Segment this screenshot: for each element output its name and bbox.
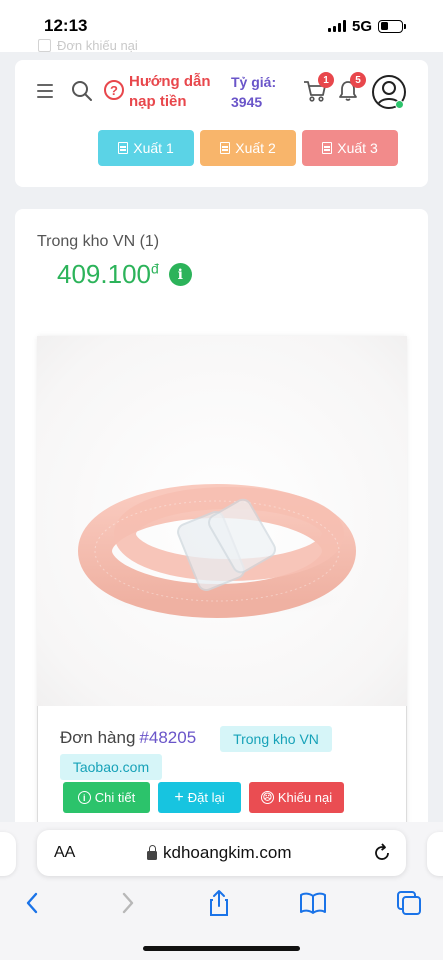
plus-icon: +: [174, 788, 184, 806]
exchange-rate: Tỷ giá: 3945: [231, 72, 301, 112]
order-label: Đơn hàng: [60, 728, 136, 747]
back-icon[interactable]: [18, 888, 48, 918]
forward-icon[interactable]: [112, 888, 142, 918]
ghost-complaint-row: Đơn khiếu nại: [38, 38, 138, 53]
url-text: kdhoangkim.com: [163, 843, 292, 862]
bookmarks-icon[interactable]: [298, 888, 328, 918]
top-card: ? Hướng dẫn nạp tiền Tỷ giá: 3945 1 5 Xu…: [15, 60, 428, 187]
file-icon: [220, 142, 231, 154]
order-line: Đơn hàng #48205: [60, 728, 196, 748]
ghost-text: Đơn khiếu nại: [57, 38, 138, 53]
file-icon: [322, 142, 333, 154]
question-circle-icon[interactable]: ?: [104, 80, 124, 100]
export-3-label: Xuất 3: [337, 140, 378, 156]
export-buttons: Xuất 1 Xuất 2 Xuất 3: [98, 130, 398, 166]
product-item: Đơn hàng #48205 Trong kho VN Taobao.com …: [37, 336, 407, 849]
rate-label: Tỷ giá:: [231, 74, 277, 90]
signal-icon: [327, 20, 346, 32]
status-badge: Trong kho VN: [220, 726, 332, 752]
battery-icon: [378, 19, 406, 33]
export-3-button[interactable]: Xuất 3: [302, 130, 398, 166]
export-2-button[interactable]: Xuất 2: [200, 130, 296, 166]
warehouse-card: Trong kho VN (1) 409.100đ i Đơn hàng #48…: [15, 209, 428, 849]
product-image[interactable]: [37, 336, 407, 706]
previous-tab-edge[interactable]: [0, 832, 16, 876]
detail-button[interactable]: i Chi tiết: [63, 782, 150, 813]
total-price: 409.100đ: [57, 259, 159, 290]
reorder-button[interactable]: + Đặt lại: [158, 782, 241, 813]
detail-label: Chi tiết: [94, 790, 136, 805]
next-tab-edge[interactable]: [427, 832, 443, 876]
ghost-checkbox: [38, 39, 51, 52]
cart-count-badge: 1: [318, 72, 334, 88]
price-currency: đ: [150, 260, 159, 277]
tabs-icon[interactable]: [394, 888, 424, 918]
order-actions: i Chi tiết + Đặt lại ☹ Khiếu nại: [63, 782, 344, 813]
app-header: ? Hướng dẫn nạp tiền Tỷ giá: 3945 1 5: [15, 60, 428, 124]
help-topup-link[interactable]: Hướng dẫn nạp tiền: [129, 72, 224, 112]
status-time: 12:13: [44, 16, 88, 35]
info-icon[interactable]: i: [168, 263, 192, 286]
info-circle-icon: i: [77, 791, 91, 804]
export-2-label: Xuất 2: [235, 140, 276, 156]
lock-icon: [147, 844, 157, 860]
rate-value: 3945: [231, 94, 263, 110]
reload-icon[interactable]: [372, 843, 392, 863]
complaint-button[interactable]: ☹ Khiếu nại: [249, 782, 344, 813]
price-value: 409.100: [57, 259, 151, 289]
warehouse-title: Trong kho VN (1): [37, 233, 160, 250]
network-type: 5G: [351, 17, 372, 35]
online-status-dot: [395, 100, 404, 109]
text-size-button[interactable]: AA: [54, 844, 75, 862]
file-icon: [118, 142, 129, 154]
reorder-label: Đặt lại: [187, 790, 225, 805]
export-1-label: Xuất 1: [133, 140, 174, 156]
complaint-label: Khiếu nại: [277, 790, 333, 805]
status-indicators: 5G: [327, 17, 406, 35]
notification-count-badge: 5: [350, 72, 366, 88]
source-badge: Taobao.com: [60, 754, 162, 780]
elastic-strap-picture: [78, 484, 362, 620]
export-1-button[interactable]: Xuất 1: [98, 130, 194, 166]
frown-icon: ☹: [260, 791, 274, 804]
order-number-link[interactable]: #48205: [139, 728, 196, 748]
share-icon[interactable]: [204, 888, 234, 918]
home-indicator: [143, 946, 300, 951]
browser-toolbar: AA kdhoangkim.com: [0, 822, 443, 960]
browser-nav: [0, 888, 443, 918]
address-bar[interactable]: AA kdhoangkim.com: [37, 830, 406, 876]
menu-icon[interactable]: [37, 84, 53, 98]
price-row: 409.100đ i: [57, 259, 192, 290]
url-display[interactable]: kdhoangkim.com: [147, 843, 292, 863]
search-icon[interactable]: [71, 80, 93, 102]
